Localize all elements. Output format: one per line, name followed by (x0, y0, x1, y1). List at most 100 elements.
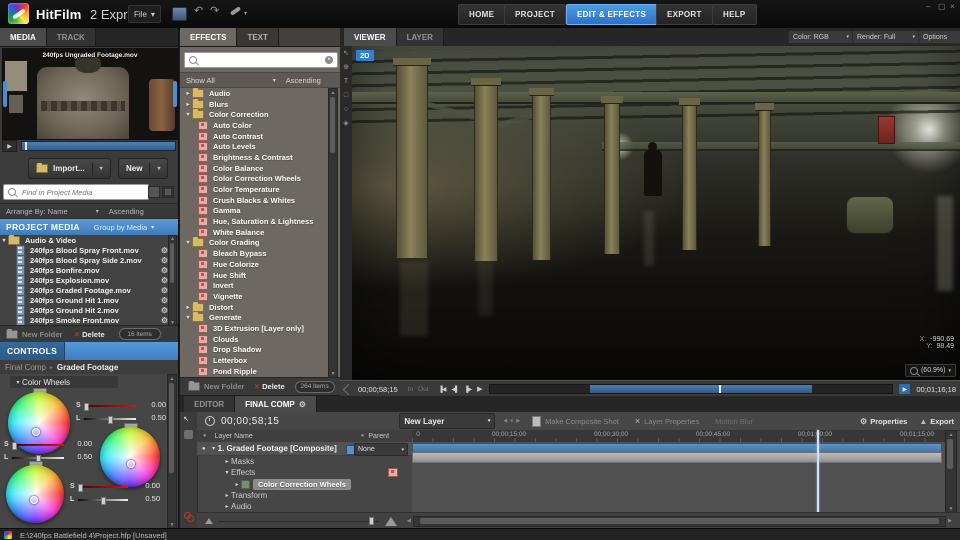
scroll-left-icon[interactable]: ◀ (407, 518, 411, 524)
tab-track[interactable]: TRACK (47, 28, 96, 46)
new-button[interactable]: New ▾ (118, 158, 168, 179)
timeline-timecode[interactable]: 00;00;58;15 (221, 416, 279, 427)
properties-button[interactable]: ⚙ Properties (860, 417, 907, 426)
link-icon[interactable] (184, 512, 192, 520)
media-item-row[interactable]: 240fps Explosion.mov⚙ (0, 275, 178, 285)
scroll-right-icon[interactable]: ▶ (948, 518, 952, 524)
tab-effects[interactable]: EFFECTS (180, 28, 237, 46)
media-item-row[interactable]: 240fps Graded Footage.mov⚙ (0, 285, 178, 295)
render-mode-dropdown[interactable]: Render: Full▾ (852, 30, 920, 44)
tab-layer[interactable]: LAYER (397, 28, 444, 46)
expand-icon[interactable]: ▸ (184, 90, 192, 97)
pen-tool-icon[interactable] (230, 6, 241, 16)
redo-icon[interactable]: ↷ (210, 6, 219, 16)
item-settings-icon[interactable]: ⚙ (161, 266, 168, 275)
select-tool-icon[interactable]: ↖ (340, 46, 352, 60)
tab-media[interactable]: MEDIA (0, 28, 47, 46)
saturation-slider[interactable] (78, 486, 128, 488)
zoom-out-icon[interactable] (205, 518, 213, 524)
expand-icon[interactable]: ▸ (223, 492, 231, 499)
window-minimize-button[interactable]: – (926, 2, 930, 11)
undo-icon[interactable]: ↶ (194, 6, 203, 16)
layer-subrow-transform[interactable]: ▸ Transform (197, 490, 412, 501)
delete-button[interactable]: Delete (82, 330, 105, 339)
clear-search-icon[interactable]: × (325, 56, 333, 64)
layer-subrow-audio[interactable]: ▸ Audio (197, 501, 412, 512)
layer-subrow-masks[interactable]: ▸ Masks (197, 456, 412, 467)
motion-blur-button[interactable]: Motion Blur (715, 417, 753, 426)
seek-playhead[interactable] (719, 385, 721, 393)
orbit-tool-icon[interactable]: ◈ (340, 116, 352, 130)
group-by-dropdown[interactable]: Group by Media ▾ (94, 223, 154, 232)
layer-row[interactable]: ● ▾ 1. Graded Footage [Composite] None ▾ (197, 442, 412, 456)
effect-row[interactable]: Hue Shift (180, 270, 331, 281)
luminance-slider[interactable] (78, 499, 128, 501)
item-settings-icon[interactable]: ⚙ (161, 246, 168, 255)
arrange-by-dropdown[interactable]: Arrange By: Name (6, 207, 68, 216)
make-composite-button[interactable]: Make Composite Shot (532, 416, 619, 427)
in-point-button[interactable]: In (408, 386, 413, 393)
effects-folder-row[interactable]: ▾Generate (180, 312, 331, 323)
fx-new-folder-button[interactable]: New Folder (204, 382, 244, 391)
hand-tool-icon[interactable] (184, 430, 193, 439)
trim-in-handle[interactable] (3, 81, 7, 107)
tab-viewer[interactable]: VIEWER (344, 28, 397, 46)
window-restore-button[interactable]: ▢ (938, 2, 946, 11)
effect-row[interactable]: Color Balance (180, 163, 331, 174)
jump-start-button[interactable]: ▐◀ (439, 386, 446, 393)
effect-row[interactable]: Hue, Saturation & Lightness (180, 216, 331, 227)
export-button[interactable]: ▲ Export (919, 417, 954, 426)
timeline-playhead[interactable] (817, 430, 819, 516)
media-preview[interactable]: 240fps Ungraded Footage.mov (2, 48, 178, 140)
collapse-icon[interactable]: ▾ (14, 379, 22, 386)
wheel-handle[interactable] (32, 428, 40, 436)
tab-text[interactable]: TEXT (237, 28, 278, 46)
ascending-button[interactable]: Ascending (109, 207, 144, 216)
layer-subrow-effects[interactable]: ▾ Effects (197, 467, 412, 478)
color-mode-dropdown[interactable]: Color: RGB▾ (788, 30, 854, 44)
effects-folder-row[interactable]: ▸Audio (180, 88, 331, 99)
effect-row[interactable]: Auto Color (180, 120, 331, 131)
effect-row[interactable]: White Balance (180, 227, 331, 238)
expand-icon[interactable]: ▸ (233, 481, 241, 488)
ellipse-tool-icon[interactable]: ○ (340, 102, 352, 116)
viewer-timecode[interactable]: 00;00;58;15 (358, 385, 398, 394)
breadcrumb-parent[interactable]: Final Comp (5, 363, 46, 372)
fx-delete-button[interactable]: Delete (262, 382, 285, 391)
effect-row[interactable]: Hue Colorize (180, 259, 331, 270)
out-point-button[interactable]: Out (418, 386, 428, 393)
expand-icon[interactable]: ▾ (184, 111, 192, 118)
text-tool-icon[interactable]: T (340, 74, 352, 88)
frame-back-button[interactable]: ◀▌ (451, 386, 458, 393)
collapse-icon[interactable]: ▾ (210, 445, 218, 452)
fx-ascending-button[interactable]: Ascending (286, 76, 321, 85)
luminance-slider[interactable] (84, 418, 136, 420)
media-item-row[interactable]: 240fps Ground Hit 1.mov⚙ (0, 295, 178, 305)
layer-subrow-effect-selected[interactable]: ▸ Color Correction Wheels (197, 478, 412, 490)
expand-icon[interactable]: ▸ (184, 304, 192, 311)
media-item-row[interactable]: 240fps Bonfire.mov⚙ (0, 265, 178, 275)
nudge-left-icon[interactable]: ◀ (503, 418, 507, 424)
expand-icon[interactable]: ▸ (184, 101, 192, 108)
viewer-canvas[interactable]: 2D X:-990.69 Y:98.49 (60.9%) ▾ (352, 46, 960, 380)
expand-icon[interactable]: ▾ (184, 239, 192, 246)
collapse-icon[interactable]: ▾ (0, 237, 8, 244)
effect-row[interactable]: Color Correction Wheels (180, 174, 331, 185)
item-settings-icon[interactable]: ⚙ (161, 316, 168, 325)
effect-row[interactable]: Gamma (180, 206, 331, 217)
file-menu-button[interactable]: File ▾ (128, 5, 161, 23)
grid-view-icon[interactable] (162, 186, 174, 198)
trim-out-handle[interactable] (173, 81, 177, 107)
effect-row[interactable]: Letterbox (180, 355, 331, 366)
item-settings-icon[interactable]: ⚙ (161, 306, 168, 315)
frame-forward-button[interactable]: ▐▶ (464, 386, 471, 393)
item-settings-icon[interactable]: ⚙ (161, 256, 168, 265)
import-button[interactable]: Import... ▾ (28, 158, 111, 179)
comp-settings-icon[interactable]: ⚙ (299, 400, 306, 409)
goto-end-button[interactable]: ▶ (899, 384, 910, 394)
media-list-scrollbar[interactable]: ▲ ▼ (168, 235, 177, 325)
media-item-row[interactable]: 240fps Ground Hit 2.mov⚙ (0, 305, 178, 315)
resize-handle-icon[interactable] (343, 384, 354, 395)
zoom-level-dropdown[interactable]: (60.9%) ▾ (905, 364, 956, 377)
timeline-vscrollbar[interactable]: ▲ ▼ (945, 430, 957, 514)
